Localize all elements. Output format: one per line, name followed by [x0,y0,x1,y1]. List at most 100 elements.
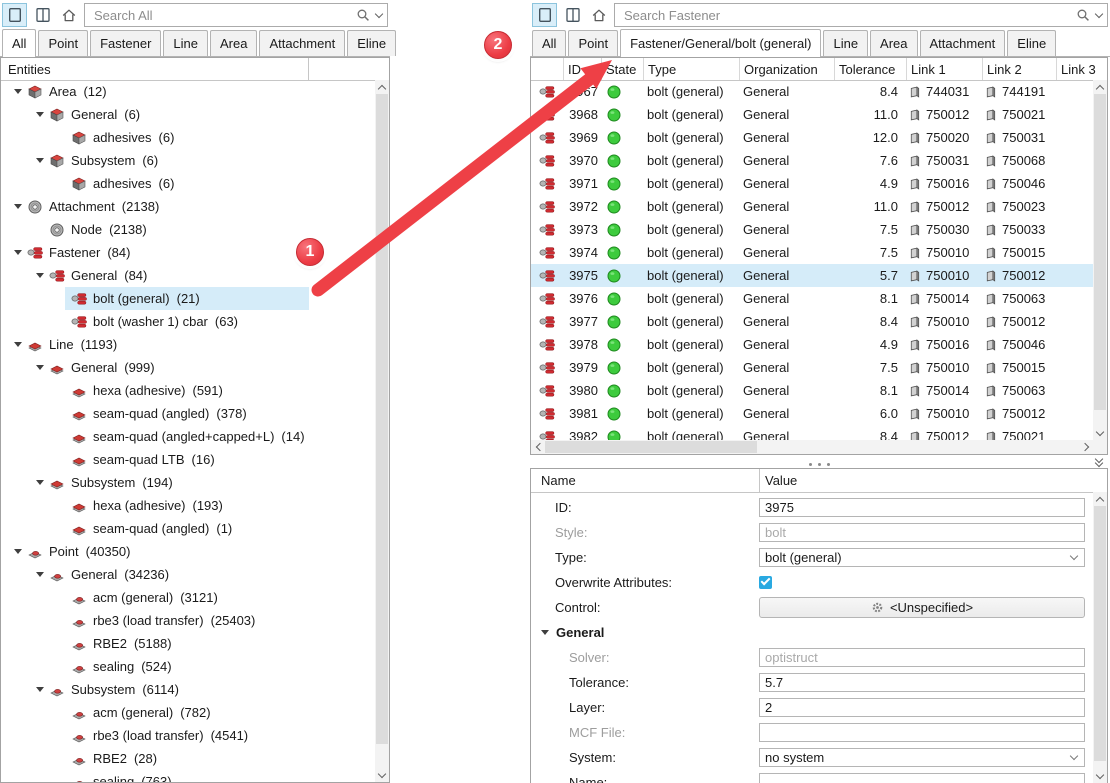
tab-attachment[interactable]: Attachment [919,30,1006,56]
table-row[interactable]: 3969 bolt (general) General 12.0 750020 75003… [531,126,1093,149]
tree-item-adhesives-6[interactable]: adhesives (6) [1,126,375,149]
table-row[interactable]: 3968 bolt (general) General 11.0 750012 75002… [531,103,1093,126]
tree-item-bolt-washer-1-cbar-63[interactable]: bolt (washer 1) cbar (63) [1,310,375,333]
scroll-left-icon[interactable] [531,440,545,454]
id-input[interactable] [759,498,1085,517]
split-pane-icon[interactable] [562,3,584,27]
search-input[interactable] [622,6,1076,24]
expander-icon[interactable] [9,549,27,554]
column-header-state[interactable]: State [601,58,643,80]
expander-icon[interactable] [9,89,27,94]
tree-item-seam-quad-angled-1[interactable]: seam-quad (angled) (1) [1,517,375,540]
tree-item-point-40350[interactable]: Point (40350) [1,540,375,563]
tab-fastener[interactable]: Fastener [90,30,162,56]
expander-icon[interactable] [31,572,49,577]
control-button[interactable]: <Unspecified> [759,597,1085,618]
scroll-thumb[interactable] [1094,94,1106,410]
tab-attachment[interactable]: Attachment [259,30,346,56]
table-row[interactable]: 3976 bolt (general) General 8.1 750014 750063 [531,287,1093,310]
column-header-link-1[interactable]: Link 1 [906,58,982,80]
tree-item-node-2138[interactable]: Node (2138) [1,218,375,241]
scroll-thumb[interactable] [376,94,388,744]
scroll-up-icon[interactable] [375,80,389,94]
expander-icon[interactable] [31,273,49,278]
expander-icon[interactable] [9,250,27,255]
tree-item-bolt-general-21[interactable]: bolt (general) (21) [1,287,375,310]
tree-item-subsystem-6114[interactable]: Subsystem (6114) [1,678,375,701]
search-input[interactable] [92,6,356,24]
split-pane-icon[interactable] [32,3,54,27]
table-row[interactable]: 3975 bolt (general) General 5.7 750010 750012 [531,264,1093,287]
table-row[interactable]: 3982 bolt (general) General 8.4 750012 750021 [531,425,1093,440]
solver-input[interactable] [759,648,1085,667]
tab-line[interactable]: Line [163,30,208,56]
scroll-down-icon[interactable] [375,768,389,782]
tree-item-acm-general-3121[interactable]: acm (general) (3121) [1,586,375,609]
search-icon[interactable] [1076,8,1090,22]
expander-icon[interactable] [31,687,49,692]
table-row[interactable]: 3972 bolt (general) General 11.0 750012 75002… [531,195,1093,218]
table-row[interactable]: 3978 bolt (general) General 4.9 750016 750046 [531,333,1093,356]
search-icon[interactable] [356,8,370,22]
home-icon[interactable] [59,4,79,26]
column-header-id[interactable]: ID [563,58,601,80]
table-row[interactable]: 3980 bolt (general) General 8.1 750014 750063 [531,379,1093,402]
tree-item-subsystem-6[interactable]: Subsystem (6) [1,149,375,172]
expander-icon[interactable] [9,204,27,209]
tree-item-general-84[interactable]: General (84) [1,264,375,287]
column-header-type[interactable]: Type [643,58,739,80]
expander-icon[interactable] [31,112,49,117]
table-row[interactable]: 3973 bolt (general) General 7.5 750030 750033 [531,218,1093,241]
name-input[interactable] [759,773,1085,783]
table-row[interactable]: 3979 bolt (general) General 7.5 750010 750015 [531,356,1093,379]
search-options-chevron-icon[interactable] [374,9,384,18]
scroll-down-icon[interactable] [1093,769,1107,783]
column-header-link-2[interactable]: Link 2 [982,58,1056,80]
tab-point[interactable]: Point [568,30,619,56]
layer-input[interactable] [759,698,1085,717]
search-options-chevron-icon[interactable] [1094,9,1104,18]
tree-item-sealing-763[interactable]: sealing (763) [1,770,375,782]
tab-area[interactable]: Area [870,30,918,56]
tab-all[interactable]: All [2,29,37,57]
scroll-thumb[interactable] [1094,506,1106,761]
tab-fastener-general-bolt-general[interactable]: Fastener/General/bolt (general) [620,29,822,57]
splitter-handle-icon[interactable] [806,454,833,469]
tree-item-subsystem-194[interactable]: Subsystem (194) [1,471,375,494]
collapse-chevrons-icon[interactable] [1094,454,1104,468]
expander-icon[interactable] [9,342,27,347]
table-row[interactable]: 3981 bolt (general) General 6.0 750010 750012 [531,402,1093,425]
tree-item-rbe2-5188[interactable]: RBE2 (5188) [1,632,375,655]
table-hscrollbar[interactable] [531,440,1093,454]
tree-item-rbe3-load-transfer-25403[interactable]: rbe3 (load transfer) (25403) [1,609,375,632]
tree-item-seam-quad-ltb-16[interactable]: seam-quad LTB (16) [1,448,375,471]
section-collapse-icon[interactable] [541,630,549,635]
expander-icon[interactable] [31,158,49,163]
system-select[interactable]: no system [759,748,1085,767]
scroll-thumb[interactable] [545,441,757,453]
property-scrollbar[interactable] [1093,492,1107,783]
scroll-up-icon[interactable] [1093,80,1107,94]
scroll-down-icon[interactable] [1093,426,1107,440]
tree-item-seam-quad-angled-capped-l-14[interactable]: seam-quad (angled+capped+L) (14) [1,425,375,448]
tree-item-sealing-524[interactable]: sealing (524) [1,655,375,678]
column-header-organization[interactable]: Organization [739,58,834,80]
tab-line[interactable]: Line [823,30,869,56]
tree-item-rbe2-28[interactable]: RBE2 (28) [1,747,375,770]
tolerance-input[interactable] [759,673,1085,692]
tree-item-hexa-adhesive-591[interactable]: hexa (adhesive) (591) [1,379,375,402]
table-row[interactable]: 3971 bolt (general) General 4.9 750016 750046 [531,172,1093,195]
expander-icon[interactable] [31,365,49,370]
tab-all[interactable]: All [532,30,567,56]
tree-item-general-34236[interactable]: General (34236) [1,563,375,586]
table-row[interactable]: 3977 bolt (general) General 8.4 750010 750012 [531,310,1093,333]
tree-item-general-999[interactable]: General (999) [1,356,375,379]
tree-item-adhesives-6[interactable]: adhesives (6) [1,172,375,195]
column-header-icon[interactable] [531,58,563,80]
column-header-tolerance[interactable]: Tolerance [834,58,906,80]
overwrite-attributes-checkbox[interactable] [759,576,772,589]
mcf-file-input[interactable] [759,723,1085,742]
single-pane-icon[interactable] [2,3,27,27]
tab-eline[interactable]: Eline [347,30,397,56]
tree-item-rbe3-load-transfer-4541[interactable]: rbe3 (load transfer) (4541) [1,724,375,747]
